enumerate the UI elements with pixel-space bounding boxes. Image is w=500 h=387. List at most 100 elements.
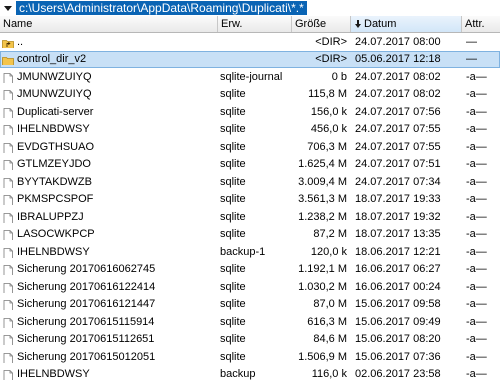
- file-ext: sqlite: [220, 88, 246, 101]
- file-name-cell: Sicherung 20170616062745: [0, 263, 218, 276]
- file-name-cell: EVDGTHSUAO: [0, 141, 218, 153]
- file-attr: -a—: [466, 350, 487, 363]
- file-row[interactable]: .. <DIR> 24.07.2017 08:00 —: [0, 33, 500, 51]
- file-name: PKMSPCSPOF: [17, 193, 94, 206]
- file-icon: [2, 160, 14, 171]
- file-name: JMUNWZUIYQ: [17, 70, 92, 83]
- file-attr: -a—: [466, 140, 487, 153]
- path-dropdown-icon[interactable]: [0, 0, 16, 16]
- folder-up-icon: [2, 38, 14, 48]
- file-row[interactable]: Sicherung 20170616122414 sqlite 1.030,2 M 1…: [0, 278, 500, 296]
- file-date: 24.07.2017 08:02: [355, 70, 441, 83]
- file-date: 24.07.2017 07:55: [355, 140, 441, 153]
- file-row[interactable]: JMUNWZUIYQ sqlite 115,8 M 24.07.2017 08:02 -…: [0, 86, 500, 104]
- file-attr: -a—: [466, 263, 487, 276]
- file-name: IHELNBDWSY: [17, 368, 90, 381]
- sort-descending-icon: [355, 20, 361, 28]
- file-row[interactable]: IBRALUPPZJ sqlite 1.238,2 M 18.07.2017 19:3…: [0, 208, 500, 226]
- file-row[interactable]: PKMSPCSPOF sqlite 3.561,3 M 18.07.2017 19:3…: [0, 191, 500, 209]
- file-size: 456,0 k: [310, 123, 347, 136]
- file-date: 18.07.2017 19:32: [355, 210, 441, 223]
- file-name-cell: ..: [0, 36, 218, 48]
- column-header-ext[interactable]: Erw.: [218, 16, 292, 32]
- file-name-cell: PKMSPCSPOF: [0, 193, 218, 206]
- file-name: Sicherung 20170616062745: [17, 263, 156, 276]
- file-ext: sqlite: [220, 123, 246, 136]
- file-size: 87,2 M: [313, 228, 347, 241]
- file-size: 1.192,1 M: [298, 263, 347, 276]
- file-date: 24.07.2017 08:00: [355, 35, 441, 48]
- file-ext: sqlite: [220, 105, 246, 118]
- column-header-date-label: Datum: [364, 18, 397, 30]
- file-date: 24.07.2017 08:02: [355, 88, 441, 101]
- file-date: 05.06.2017 12:18: [355, 53, 441, 66]
- file-list: .. <DIR> 24.07.2017 08:00 — control_dir_v2 <D…: [0, 33, 500, 383]
- file-icon: [2, 195, 14, 206]
- path-bar[interactable]: c:\Users\Administrator\AppData\Roaming\D…: [0, 0, 500, 16]
- file-row[interactable]: Sicherung 20170616062745 sqlite 1.192,1 M 1…: [0, 261, 500, 279]
- file-name: ..: [17, 35, 24, 48]
- file-name-cell: IHELNBDWSY: [0, 123, 218, 136]
- file-ext: sqlite: [220, 140, 246, 153]
- file-name: control_dir_v2: [17, 53, 87, 66]
- file-row[interactable]: GTLMZEYJDO sqlite 1.625,4 M 24.07.2017 07:5…: [0, 156, 500, 174]
- file-ext: sqlite: [220, 228, 246, 241]
- file-attr: -a—: [466, 333, 487, 346]
- file-date: 24.07.2017 07:51: [355, 158, 441, 171]
- file-row[interactable]: LASOCWKPCP sqlite 87,2 M 18.07.2017 13:35 -a…: [0, 226, 500, 244]
- file-date: 02.06.2017 23:58: [355, 368, 441, 381]
- file-row[interactable]: IHELNBDWSY sqlite 456,0 k 24.07.2017 07:55 -…: [0, 121, 500, 139]
- file-attr: -a—: [466, 228, 487, 241]
- file-icon: [2, 370, 14, 381]
- file-size: 116,0 k: [311, 368, 347, 381]
- file-row[interactable]: BYYTAKDWZB sqlite 3.009,4 M 24.07.2017 07:3…: [0, 173, 500, 191]
- file-size: 156,0 k: [310, 105, 347, 118]
- file-row[interactable]: EVDGTHSUAO sqlite 706,3 M 24.07.2017 07:55 -…: [0, 138, 500, 156]
- file-name-cell: LASOCWKPCP: [0, 228, 218, 241]
- file-date: 24.07.2017 07:56: [355, 105, 441, 118]
- file-attr: -a—: [466, 315, 487, 328]
- column-header-size[interactable]: Größe: [292, 16, 351, 32]
- file-name-cell: JMUNWZUIYQ: [0, 71, 218, 83]
- file-attr: -a—: [466, 105, 487, 118]
- file-name: IHELNBDWSY: [17, 245, 90, 258]
- file-date: 16.06.2017 06:27: [355, 263, 441, 276]
- file-date: 18.07.2017 19:33: [355, 193, 441, 206]
- file-icon: [2, 107, 14, 118]
- file-name-cell: Sicherung 20170615012051: [0, 351, 218, 363]
- column-header: Name Erw. Größe Datum Attr.: [0, 16, 500, 33]
- file-row[interactable]: IHELNBDWSY backup 116,0 k 02.06.2017 23:58 -…: [0, 366, 500, 384]
- file-name: Sicherung 20170615112651: [17, 333, 155, 346]
- column-header-name[interactable]: Name: [0, 16, 218, 32]
- file-row[interactable]: control_dir_v2 <DIR> 05.06.2017 12:18 —: [0, 50, 500, 68]
- file-date: 24.07.2017 07:34: [355, 175, 441, 188]
- file-icon: [2, 125, 14, 136]
- file-row[interactable]: IHELNBDWSY backup-1 120,0 k 18.06.2017 12:2…: [0, 243, 500, 261]
- file-row[interactable]: Sicherung 20170615012051 sqlite 1.506,9 M 1…: [0, 348, 500, 366]
- file-attr: -a—: [466, 245, 487, 258]
- current-path[interactable]: c:\Users\Administrator\AppData\Roaming\D…: [16, 1, 307, 15]
- file-row[interactable]: JMUNWZUIYQ sqlite-journal 0 b 24.07.2017 08…: [0, 68, 500, 86]
- file-name: JMUNWZUIYQ: [17, 88, 92, 101]
- file-attr: -a—: [466, 70, 487, 83]
- file-row[interactable]: Sicherung 20170615112651 sqlite 84,6 M 15.0…: [0, 331, 500, 349]
- file-name: EVDGTHSUAO: [17, 140, 95, 153]
- file-row[interactable]: Sicherung 20170615115914 sqlite 616,3 M 15.…: [0, 313, 500, 331]
- file-attr: -a—: [466, 175, 487, 188]
- file-date: 18.06.2017 12:21: [355, 245, 441, 258]
- file-size: 84,6 M: [313, 333, 347, 346]
- file-name: LASOCWKPCP: [17, 228, 95, 241]
- file-attr: -a—: [466, 158, 487, 171]
- file-date: 15.06.2017 09:58: [355, 298, 441, 311]
- file-icon: [2, 300, 14, 311]
- column-header-date[interactable]: Datum: [351, 16, 462, 32]
- file-name-cell: Sicherung 20170615112651: [0, 333, 218, 346]
- file-icon: [2, 247, 14, 258]
- file-date: 24.07.2017 07:55: [355, 123, 441, 136]
- file-ext: sqlite: [220, 175, 246, 188]
- file-icon: [2, 230, 14, 241]
- file-name-cell: control_dir_v2: [0, 53, 218, 66]
- file-row[interactable]: Sicherung 20170616121447 sqlite 87,0 M 15.0…: [0, 296, 500, 314]
- column-header-attr[interactable]: Attr.: [462, 16, 500, 32]
- file-row[interactable]: Duplicati-server sqlite 156,0 k 24.07.2017 …: [0, 103, 500, 121]
